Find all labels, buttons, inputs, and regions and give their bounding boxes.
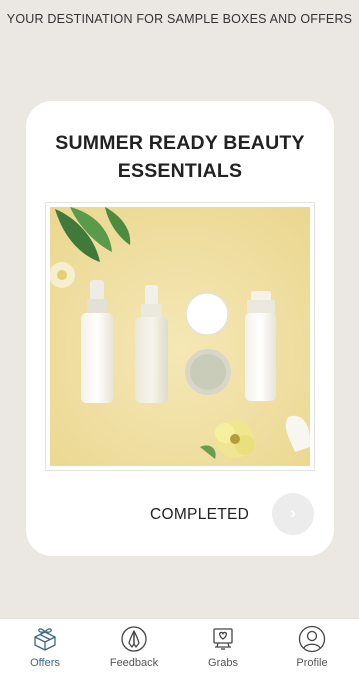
offer-title: SUMMER READY BEAUTY ESSENTIALS <box>40 129 320 185</box>
offer-status: COMPLETED <box>150 506 250 523</box>
praying-hands-icon <box>121 626 147 652</box>
app-tagline: YOUR DESTINATION FOR SAMPLE BOXES AND OF… <box>6 12 353 26</box>
bottom-tab-bar: Offers Feedback Grabs Profile <box>0 618 359 678</box>
offer-title-line-2: ESSENTIALS <box>117 160 243 182</box>
user-circle-icon <box>298 625 326 653</box>
tab-profile-label: Profile <box>296 657 328 669</box>
offer-title-line-1: SUMMER READY BEAUTY <box>55 132 305 154</box>
heart-screen-icon <box>213 628 233 650</box>
tab-offers-label: Offers <box>30 657 60 669</box>
chevron-right-icon: › <box>290 505 296 522</box>
offer-card[interactable]: SUMMER READY BEAUTY ESSENTIALS COMPLETED… <box>26 101 334 556</box>
tab-grabs-label: Grabs <box>208 657 238 669</box>
tab-offers[interactable]: Offers <box>16 619 74 678</box>
tab-feedback-label: Feedback <box>109 657 159 669</box>
next-button[interactable]: › <box>272 493 314 535</box>
offer-image <box>45 202 315 471</box>
tab-grabs[interactable]: Grabs <box>194 619 252 678</box>
tab-feedback[interactable]: Feedback <box>105 619 163 678</box>
beauty-products-photo <box>50 207 310 466</box>
tab-profile[interactable]: Profile <box>283 619 341 678</box>
gift-box-icon <box>34 628 56 651</box>
